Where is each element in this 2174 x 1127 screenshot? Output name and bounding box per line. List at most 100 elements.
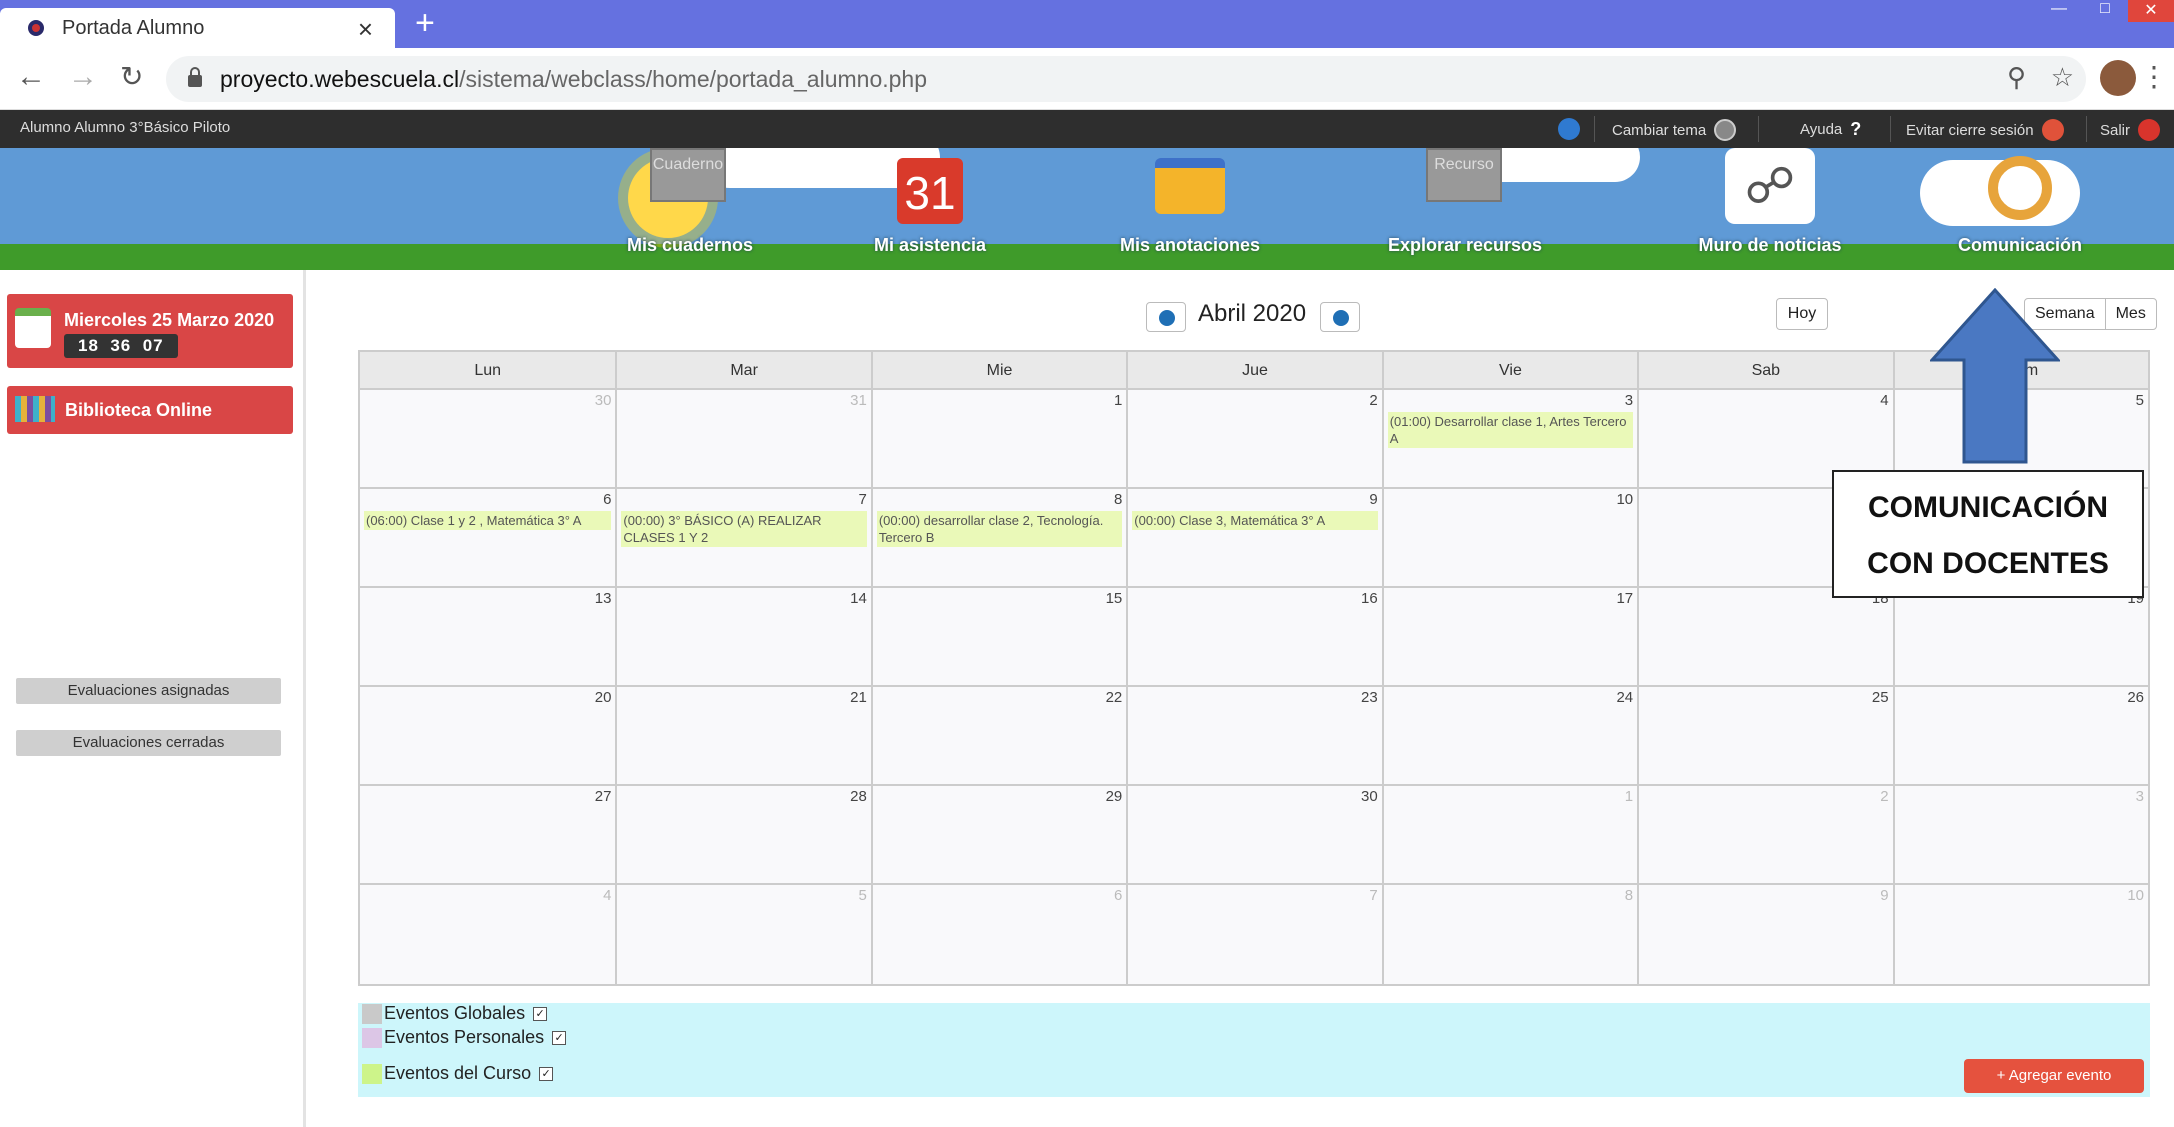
current-time: 18 36 07 xyxy=(64,334,178,358)
closed-evaluations-button[interactable]: Evaluaciones cerradas xyxy=(16,730,281,756)
back-icon[interactable]: ← xyxy=(16,60,46,94)
calendar-event[interactable]: (00:00) Clase 3, Matemática 3° A xyxy=(1132,511,1378,530)
calendar-day[interactable]: 4 xyxy=(360,885,616,984)
calendar-day[interactable]: 7 (00:00) 3° BÁSICO (A) REALIZAR CLASES 1… xyxy=(615,489,871,586)
calendar-event[interactable]: (06:00) Clase 1 y 2 , Matemática 3° A xyxy=(364,511,612,530)
maximize-icon[interactable]: □ xyxy=(2082,0,2128,22)
calendar-day[interactable]: 28 xyxy=(615,786,871,883)
calendar-day[interactable]: 8 xyxy=(1381,885,1638,984)
sidebar: Miercoles 25 Marzo 2020 18 36 07 Bibliot… xyxy=(0,270,306,1127)
change-theme-button[interactable]: Cambiar tema xyxy=(1612,119,1737,141)
tab-close-icon[interactable]: × xyxy=(358,14,373,45)
day-number: 1 xyxy=(1113,392,1123,409)
assigned-evaluations-button[interactable]: Evaluaciones asignadas xyxy=(16,678,281,704)
prev-month-button[interactable] xyxy=(1146,302,1186,332)
nav-my-notebooks[interactable]: Cuaderno Mis cuadernos xyxy=(590,148,790,270)
day-number: 7 xyxy=(1369,887,1378,904)
calendar-day[interactable]: 7 xyxy=(1126,885,1382,984)
calendar-day[interactable]: 14 xyxy=(615,588,871,685)
padlock-icon xyxy=(2041,119,2064,141)
url-field[interactable]: proyecto.webescuela.cl/sistema/webclass/… xyxy=(166,56,2086,102)
calendar-day[interactable]: 25 xyxy=(1637,687,1893,784)
day-number: 23 xyxy=(1361,689,1378,706)
calendar-event[interactable]: (00:00) 3° BÁSICO (A) REALIZAR CLASES 1 … xyxy=(621,511,867,547)
window-close-icon[interactable]: ✕ xyxy=(2128,0,2174,22)
day-number: 10 xyxy=(1616,491,1634,508)
library-button[interactable]: Biblioteca Online xyxy=(7,386,293,434)
browser-menu-icon[interactable]: ⋮ xyxy=(2140,60,2168,93)
nav-news-wall[interactable]: ☍ Muro de noticias xyxy=(1670,148,1870,270)
calendar-day[interactable]: 15 xyxy=(870,588,1127,685)
forward-icon[interactable]: → xyxy=(68,60,98,94)
calendar-day[interactable]: 9 (00:00) Clase 3, Matemática 3° A xyxy=(1126,489,1382,586)
add-event-button[interactable]: + Agregar evento xyxy=(1964,1059,2144,1093)
calendar-day[interactable]: 6 (06:00) Clase 1 y 2 , Matemática 3° A xyxy=(360,489,616,586)
minimize-icon[interactable]: — xyxy=(2036,0,2082,22)
favicon-icon xyxy=(28,20,44,36)
calendar-day[interactable]: 5 xyxy=(615,885,871,984)
nav-label: Mis cuadernos xyxy=(626,235,754,255)
calendar-day[interactable]: 3 (01:00) Desarrollar clase 1, Artes Terc… xyxy=(1381,390,1638,487)
keep-session-button[interactable]: Evitar cierre sesión xyxy=(1906,119,2064,141)
nav-banner: Cuaderno Mis cuadernos 31 Mi asistencia … xyxy=(0,148,2174,270)
today-button[interactable]: Hoy xyxy=(1776,298,1828,330)
month-view-button[interactable]: Mes xyxy=(2104,299,2156,329)
calendar-day[interactable]: 31 xyxy=(615,390,871,487)
browser-tab[interactable]: Portada Alumno × xyxy=(0,8,395,48)
legend-checkbox[interactable]: ✓ xyxy=(552,1030,567,1045)
nav-communication[interactable]: Comunicación xyxy=(1920,148,2120,270)
calendar-day[interactable]: 16 xyxy=(1126,588,1382,685)
zoom-icon[interactable]: ⚲ xyxy=(2007,62,2026,93)
calendar-day[interactable]: 3 xyxy=(1892,786,2148,883)
calendar-event[interactable]: (01:00) Desarrollar clase 1, Artes Terce… xyxy=(1387,412,1634,448)
users-icon[interactable] xyxy=(1558,118,1580,140)
calendar-day[interactable]: 10 xyxy=(1381,489,1638,586)
profile-avatar[interactable] xyxy=(2100,60,2136,96)
calendar-day[interactable]: 8 (00:00) desarrollar clase 2, Tecnología… xyxy=(870,489,1127,586)
calendar-day[interactable]: 9 xyxy=(1637,885,1893,984)
calendar-day[interactable]: 1 xyxy=(870,390,1127,487)
calendar-day[interactable]: 17 xyxy=(1381,588,1638,685)
calendar-day[interactable]: 18 xyxy=(1637,588,1893,685)
weekday-header: Lun Mar Mie Jue Vie Sab Dom xyxy=(360,352,2148,390)
day-number: 30 xyxy=(594,392,612,409)
nav-explore-resources[interactable]: Recurso Explorar recursos xyxy=(1370,148,1560,270)
bookmark-star-icon[interactable]: ☆ xyxy=(2051,62,2074,93)
calendar-day[interactable]: 2 xyxy=(1637,786,1893,883)
calendar-day[interactable]: 23 xyxy=(1126,687,1382,784)
calendar-day[interactable]: 26 xyxy=(1892,687,2148,784)
legend-course-events[interactable]: Eventos del Curso ✓ xyxy=(362,1063,554,1084)
nav-label: Mis anotaciones xyxy=(1119,235,1261,255)
calendar-day[interactable]: 19 xyxy=(1892,588,2148,685)
calendar-day[interactable]: 29 xyxy=(870,786,1127,883)
reload-icon[interactable]: ↻ xyxy=(120,60,143,93)
legend-checkbox[interactable]: ✓ xyxy=(539,1066,554,1081)
legend-personal-events[interactable]: Eventos Personales ✓ xyxy=(362,1027,567,1048)
legend-swatch xyxy=(362,1027,382,1048)
calendar-day[interactable]: 10 xyxy=(1892,885,2148,984)
help-button[interactable]: Ayuda ? xyxy=(1800,119,1861,140)
calendar-day[interactable]: 24 xyxy=(1381,687,1638,784)
new-tab-button[interactable]: + xyxy=(415,4,435,43)
calendar-day[interactable]: 6 xyxy=(870,885,1127,984)
tab-title: Portada Alumno xyxy=(62,16,205,39)
legend-global-events[interactable]: Eventos Globales ✓ xyxy=(362,1003,548,1024)
calendar-day[interactable]: 27 xyxy=(360,786,616,883)
calendar-event[interactable]: (00:00) desarrollar clase 2, Tecnología.… xyxy=(876,511,1123,547)
calendar-day[interactable]: 30 xyxy=(1126,786,1382,883)
next-month-button[interactable] xyxy=(1320,302,1360,332)
legend-checkbox[interactable]: ✓ xyxy=(533,1006,548,1021)
nav-my-notes[interactable]: Mis anotaciones xyxy=(1100,148,1280,270)
calendar-day[interactable]: 13 xyxy=(360,588,616,685)
calendar-day[interactable]: 2 xyxy=(1126,390,1382,487)
day-number: 7 xyxy=(858,491,867,508)
annotation-line: COMUNICACIÓN xyxy=(1868,491,2108,524)
calendar-day[interactable]: 30 xyxy=(360,390,616,487)
calendar-day[interactable]: 21 xyxy=(615,687,871,784)
day-number: 4 xyxy=(603,887,612,904)
calendar-day[interactable]: 22 xyxy=(870,687,1127,784)
logout-button[interactable]: Salir xyxy=(2100,119,2161,141)
nav-my-attendance[interactable]: 31 Mi asistencia xyxy=(840,148,1020,270)
calendar-day[interactable]: 1 xyxy=(1381,786,1638,883)
calendar-day[interactable]: 20 xyxy=(360,687,616,784)
